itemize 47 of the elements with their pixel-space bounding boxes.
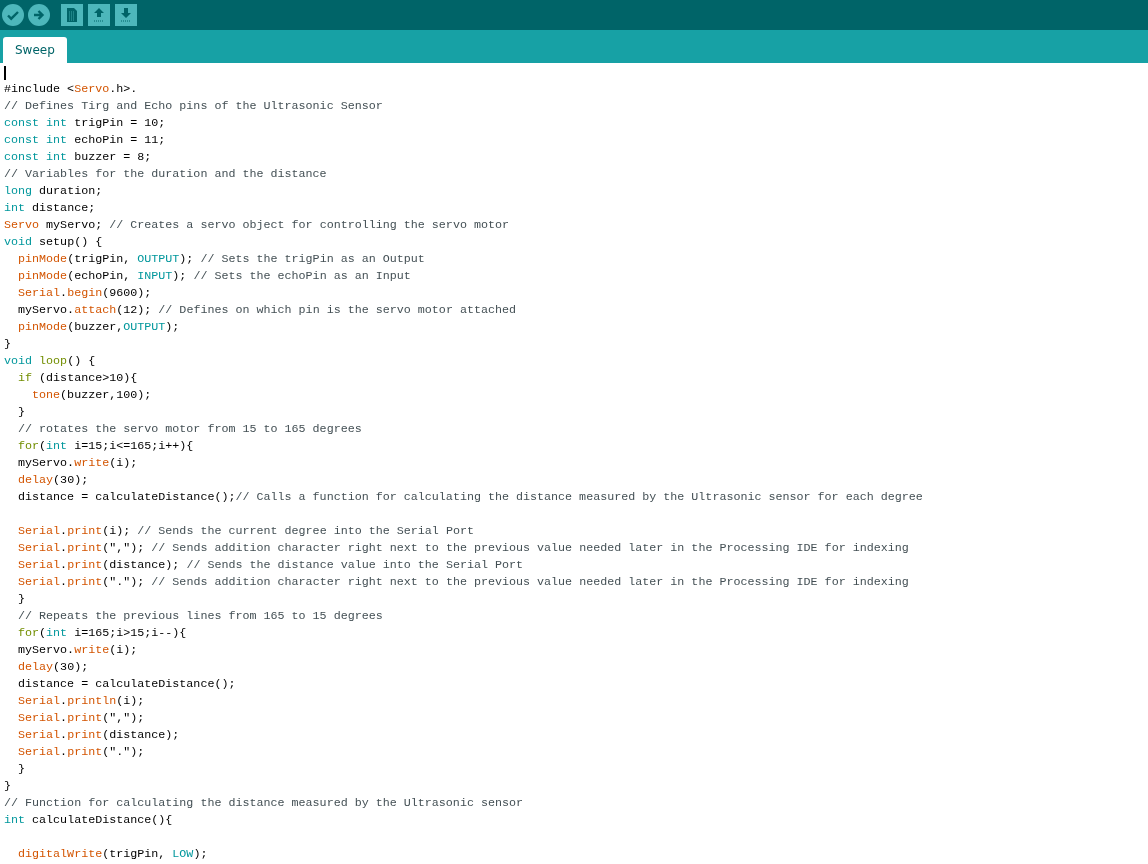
code-line: long duration;: [4, 183, 103, 200]
code-line: // Function for calculating the distance measured by the Ultrasonic sensor: [4, 795, 523, 812]
code-line: }: [17, 404, 26, 421]
code-line: const int buzzer = 8;: [4, 149, 152, 166]
code-line: Serial.begin(9600);: [17, 285, 152, 302]
code-line: }: [17, 761, 26, 778]
code-line: myServo.write(i);: [17, 455, 138, 472]
code-line: Serial.println(i);: [17, 693, 145, 710]
code-line: const int trigPin = 10;: [4, 115, 166, 132]
code-line: for(int i=165;i>15;i--){: [17, 625, 187, 642]
code-line: Serial.print(distance); // Sends the distance value into the Serial Port: [17, 557, 524, 574]
code-line: Serial.print(","); // Sends addition character right next to the previous value needed later in the Processing IDE for indexing: [17, 540, 909, 557]
code-line: if (distance>10){: [17, 370, 138, 387]
code-line: Serial.print(i); // Sends the current degree into the Serial Port: [17, 523, 474, 540]
code-line: // rotates the servo motor from 15 to 165 degrees: [17, 421, 362, 438]
code-line: Serial.print(".");: [17, 744, 145, 761]
code-line: distance = calculateDistance();: [17, 676, 236, 693]
code-line: }: [4, 336, 11, 353]
code-line: digitalWrite(trigPin, LOW);: [17, 846, 208, 863]
code-line: Servo myServo; // Creates a servo object for controlling the servo motor: [4, 217, 509, 234]
code-line: #include <Servo.h>.: [4, 81, 138, 98]
code-line: // Defines Tirg and Echo pins of the Ultrasonic Sensor: [4, 98, 383, 115]
code-line: int calculateDistance(){: [4, 812, 173, 829]
code-line: // Variables for the duration and the distance: [4, 166, 327, 183]
code-line: Serial.print("."); // Sends addition character right next to the previous value needed later in the Processing IDE for indexing: [17, 574, 909, 591]
verify-check-icon[interactable]: [2, 4, 24, 26]
code-line: tone(buzzer,100);: [31, 387, 152, 404]
code-line: pinMode(trigPin, OUTPUT); // Sets the trigPin as an Output: [17, 251, 425, 268]
code-line: myServo.write(i);: [17, 642, 138, 659]
code-line: for(int i=15;i<=165;i++){: [17, 438, 194, 455]
code-line: pinMode(buzzer,OUTPUT);: [17, 319, 180, 336]
code-line: // Repeats the previous lines from 165 to 15 degrees: [17, 608, 383, 625]
code-line: void loop() {: [4, 353, 96, 370]
code-line: pinMode(echoPin, INPUT); // Sets the echoPin as an Input: [17, 268, 411, 285]
new-file-icon[interactable]: [61, 4, 83, 26]
sketch-tab[interactable]: Sweep: [3, 37, 67, 63]
code-line: delay(30);: [17, 659, 89, 676]
code-line: }: [4, 778, 11, 795]
code-line: myServo.attach(12); // Defines on which pin is the servo motor attached: [17, 302, 517, 319]
code-line: }: [17, 591, 26, 608]
code-line: distance = calculateDistance();// Calls a function for calculating the distance measured by the Ultrasonic sensor for each degree: [17, 489, 923, 506]
code-line: delay(30);: [17, 472, 89, 489]
code-line: const int echoPin = 11;: [4, 132, 166, 149]
code-line: Serial.print(",");: [17, 710, 145, 727]
code-line: void setup() {: [4, 234, 103, 251]
code-line: int distance;: [4, 200, 96, 217]
code-line: Serial.print(distance);: [17, 727, 180, 744]
